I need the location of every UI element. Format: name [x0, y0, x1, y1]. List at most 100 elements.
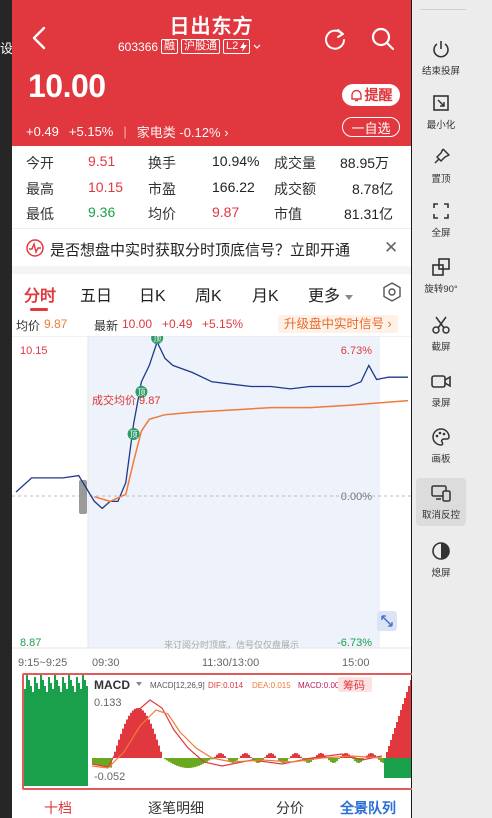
tab-weekly-k[interactable]: 周K	[195, 282, 222, 306]
record-icon	[431, 375, 451, 388]
refresh-icon[interactable]	[322, 26, 348, 52]
macd-bar	[174, 758, 176, 765]
amount-value: 8.78亿	[352, 181, 394, 197]
high-value: 10.15	[88, 179, 124, 195]
macd-bar	[28, 680, 30, 758]
separator: |	[123, 124, 127, 139]
record-button[interactable]: 录屏	[416, 366, 466, 414]
toolbar-top-handle[interactable]	[420, 0, 466, 10]
rotate-button[interactable]: 旋转90°	[416, 252, 466, 300]
macd-bar	[196, 758, 198, 767]
macd-bar	[92, 758, 94, 764]
macd-bar	[406, 692, 408, 758]
macd-bar	[54, 758, 56, 786]
macd-bar	[130, 712, 132, 758]
scissors-icon	[432, 316, 450, 334]
macd-bar	[272, 753, 274, 758]
upgrade-signal-link[interactable]: 升级盘中实时信号 ›	[278, 315, 398, 333]
lightning-icon	[240, 41, 248, 52]
pin-icon	[434, 148, 450, 164]
sector-link[interactable]: 家电类 -0.12% ›	[137, 122, 229, 141]
tab-five-day[interactable]: 五日	[80, 282, 112, 306]
macd-bar	[68, 758, 70, 786]
remind-button[interactable]: 提醒	[342, 84, 400, 106]
macd-bar	[228, 758, 230, 761]
end-cast-button[interactable]: 结束投屏	[416, 34, 466, 82]
screenshot-button[interactable]: 截屏	[416, 310, 466, 358]
macd-bar	[44, 758, 46, 786]
zoom-icon[interactable]	[377, 611, 397, 631]
macd-bar	[30, 758, 32, 786]
macd-bar	[288, 758, 290, 759]
promo-banner[interactable]: 是否想盘中实时获取分时顶底信号？立即开通 ✕	[12, 230, 411, 266]
macd-bar	[172, 758, 174, 764]
pre-market-marker	[79, 480, 87, 514]
macd-bar	[394, 728, 396, 758]
chevron-down-icon[interactable]	[253, 44, 261, 50]
tab-tick-details[interactable]: 逐笔明细	[148, 798, 204, 818]
chart-tabs: 分时 五日 日K 周K 月K 更多	[12, 276, 411, 312]
close-icon[interactable]: ✕	[384, 238, 398, 258]
palette-label: 画板	[431, 454, 451, 465]
macd-bar	[180, 758, 182, 768]
macd-bar	[60, 692, 62, 758]
macd-bar	[40, 674, 42, 758]
screen-off-button[interactable]: 熄屏	[416, 536, 466, 584]
pin-button[interactable]: 置顶	[416, 142, 466, 190]
chip-button[interactable]: 筹码	[343, 678, 365, 692]
macd-bar	[292, 754, 294, 758]
macd-bar	[72, 758, 74, 786]
macd-bar	[334, 758, 336, 763]
screen-off-label: 熄屏	[431, 568, 451, 579]
intraday-chart[interactable]: 顶顶顶 10.15 6.73% 0.00% 8.87 -6.73% 成交均价 9…	[12, 336, 411, 672]
macd-bar	[64, 758, 66, 786]
macd-bar	[388, 746, 390, 758]
macd-bar	[70, 680, 72, 758]
current-price: 10.00	[28, 68, 106, 104]
macd-indicator-select[interactable]: MACD	[94, 678, 130, 692]
settings-hexagon-icon[interactable]	[382, 282, 402, 302]
tab-more[interactable]: 更多	[308, 282, 354, 306]
tab-price-volume[interactable]: 分价	[276, 798, 304, 818]
macd-bar	[206, 758, 208, 762]
watchlist-button[interactable]: 一自选	[342, 117, 400, 137]
sector-name: 家电类	[136, 125, 176, 140]
cancel-remote-button[interactable]: 取消反控	[416, 478, 466, 526]
tab-intraday[interactable]: 分时	[24, 282, 56, 306]
macd-bar	[32, 692, 34, 758]
macd-bar	[164, 758, 166, 760]
macd-bar	[138, 708, 140, 758]
chart-watermark: 来订阅分时顶底，信号仅仅盘展示	[164, 639, 299, 650]
minimize-button[interactable]: 最小化	[416, 88, 466, 136]
top-signal-label: 顶	[130, 430, 138, 439]
macd-bar	[194, 758, 196, 768]
fullscreen-button[interactable]: 全屏	[416, 196, 466, 244]
macd-bar	[148, 719, 150, 758]
macd-bar	[296, 753, 298, 758]
macd-bar	[410, 680, 411, 758]
palette-button[interactable]: 画板	[416, 422, 466, 470]
price-change-row: +0.49 +5.15% | 家电类 -0.12% ›	[26, 122, 229, 141]
search-icon[interactable]	[370, 26, 396, 52]
tab-panorama-queue[interactable]: 全景队列	[340, 798, 396, 818]
tab-daily-k[interactable]: 日K	[139, 282, 166, 306]
macd-bar	[218, 753, 220, 758]
stock-header: 日出东方 603366 融 沪股通 L2 10.00 +0.49 +5.15% …	[12, 0, 411, 146]
macd-bar	[408, 686, 410, 758]
low-value: 9.36	[88, 204, 116, 220]
macd-bar	[220, 753, 222, 758]
macd-bar	[60, 758, 62, 786]
caret-down-icon	[345, 295, 354, 300]
macd-bar	[74, 692, 76, 758]
level2-tag[interactable]: L2	[223, 39, 251, 54]
macd-y-max: 0.133	[94, 697, 122, 709]
macd-bar	[248, 754, 250, 758]
macd-bar	[330, 758, 332, 763]
macd-bar	[390, 758, 392, 778]
macd-bar	[192, 758, 194, 768]
macd-chart[interactable]: MACD MACD[12,26,9] DIF:0.014 DEA:0.015 M…	[12, 672, 411, 792]
macd-bar	[266, 754, 268, 758]
tab-ten-levels[interactable]: 十档	[44, 798, 72, 818]
tab-monthly-k[interactable]: 月K	[252, 282, 279, 306]
avg-label: 均价	[148, 206, 176, 222]
